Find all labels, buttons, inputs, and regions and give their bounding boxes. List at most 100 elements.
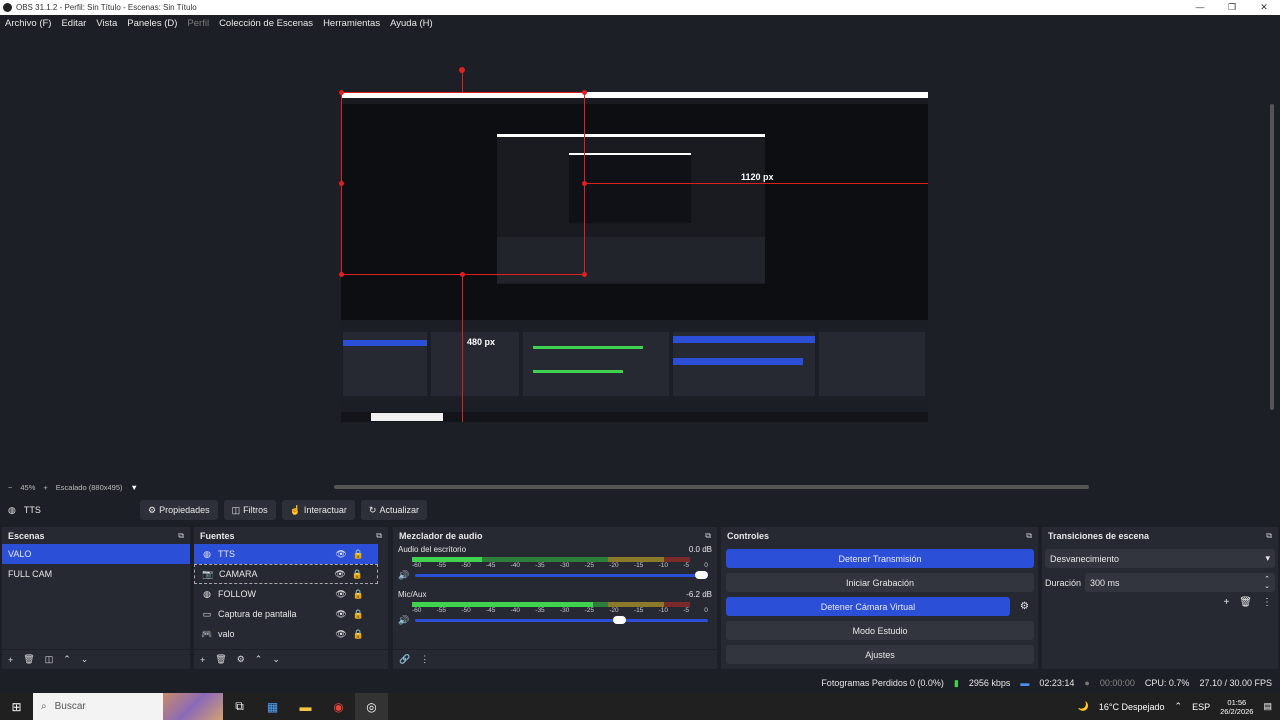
taskbar-search[interactable]: ⌕ Buscar xyxy=(33,693,223,720)
link-icon[interactable]: 🔗 xyxy=(399,654,410,665)
menu-ayuda[interactable]: Ayuda (H) xyxy=(390,18,433,29)
volume-slider[interactable] xyxy=(415,615,708,624)
handle-right[interactable] xyxy=(582,181,587,186)
source-item-tts[interactable]: ◍ TTS 👁 🔒 xyxy=(194,544,378,564)
lock-icon[interactable]: 🔒 xyxy=(353,549,364,560)
zoom-mode-dropdown[interactable]: ▼ xyxy=(131,483,138,492)
chevron-up-icon[interactable]: ⌃ xyxy=(1175,701,1183,712)
arrow-down-icon[interactable]: ⌄ xyxy=(272,654,280,665)
chevron-down-icon: ▾ xyxy=(1265,553,1270,563)
meter-tick-label: -15 xyxy=(633,607,644,614)
source-item-captura[interactable]: ▭ Captura de pantalla 👁 🔒 xyxy=(194,604,378,624)
windows-start-icon[interactable]: ⊞ xyxy=(0,693,33,720)
zoom-in-button[interactable]: + xyxy=(43,483,47,492)
duration-input[interactable]: 300 ms ⌃ ⌄ xyxy=(1085,573,1275,592)
trash-icon[interactable]: 🗑 xyxy=(23,654,34,665)
menu-herramientas[interactable]: Herramientas xyxy=(323,18,380,29)
right-distance-guide xyxy=(585,183,928,184)
settings-button[interactable]: Ajustes xyxy=(726,645,1034,664)
handle-top-left[interactable] xyxy=(339,90,344,95)
more-options-icon[interactable]: ⋮ xyxy=(1262,597,1272,608)
lock-icon[interactable]: 🔒 xyxy=(353,629,364,640)
sources-dock: Fuentes ⧉ ◍ TTS 👁 🔒 📷 CAMARA 👁 🔒 ◍ FOLLOW … xyxy=(194,527,388,669)
meter-tick-label: 0 xyxy=(704,607,708,614)
speaker-icon[interactable]: 🔊 xyxy=(398,615,409,626)
source-name: TTS xyxy=(218,549,235,559)
eye-icon[interactable]: 👁 xyxy=(335,589,346,600)
rotation-handle[interactable] xyxy=(459,67,465,73)
close-button[interactable]: ✕ xyxy=(1248,0,1280,15)
add-icon[interactable]: + xyxy=(1223,597,1229,608)
volume-knob[interactable] xyxy=(695,570,708,579)
zoom-out-button[interactable]: − xyxy=(8,483,12,492)
undock-icon[interactable]: ⧉ xyxy=(178,531,184,541)
preview-vertical-scrollbar[interactable] xyxy=(1270,104,1274,410)
maximize-button[interactable]: ❐ xyxy=(1216,0,1248,15)
lock-icon[interactable]: 🔒 xyxy=(353,589,364,600)
minimize-button[interactable]: — xyxy=(1184,0,1216,15)
menu-vista[interactable]: Vista xyxy=(96,18,117,29)
notification-icon[interactable]: ▤ xyxy=(1263,701,1272,712)
undock-icon[interactable]: ⧉ xyxy=(705,531,711,541)
volume-knob[interactable] xyxy=(613,615,627,624)
undock-icon[interactable]: ⧉ xyxy=(1026,531,1032,541)
gear-icon[interactable]: ⚙ xyxy=(237,654,245,665)
handle-left[interactable] xyxy=(339,181,344,186)
trash-icon[interactable]: 🗑 xyxy=(215,654,226,665)
properties-button[interactable]: ⚙ Propiedades xyxy=(140,500,218,520)
store-icon[interactable]: ▦ xyxy=(256,693,289,720)
add-icon[interactable]: + xyxy=(200,655,205,665)
eye-icon[interactable]: 👁 xyxy=(335,549,346,560)
arrow-down-icon[interactable]: ⌄ xyxy=(81,654,89,665)
stop-stream-button[interactable]: Detener Transmisión xyxy=(726,549,1034,568)
weather-text[interactable]: 16°C Despejado xyxy=(1099,702,1165,712)
scene-item-valo[interactable]: VALO xyxy=(2,544,190,564)
source-item-follow[interactable]: ◍ FOLLOW 👁 🔒 xyxy=(194,584,378,604)
eye-icon[interactable]: 👁 xyxy=(335,629,346,640)
filter-icon[interactable]: ◫ xyxy=(45,654,54,665)
handle-bottom-right[interactable] xyxy=(582,272,587,277)
preview-horizontal-scrollbar[interactable] xyxy=(334,485,1089,489)
undock-icon[interactable]: ⧉ xyxy=(1266,531,1272,541)
eye-icon[interactable]: 👁 xyxy=(335,609,346,620)
scene-item-full-cam[interactable]: FULL CAM xyxy=(2,564,190,584)
program-preview[interactable]: 1120 px 480 px xyxy=(341,92,928,422)
transition-select[interactable]: Desvanecimiento ▾ xyxy=(1045,549,1275,568)
interact-button[interactable]: ☝ Interactuar xyxy=(281,500,355,520)
eye-icon[interactable]: 👁 xyxy=(334,569,345,580)
stop-virtual-camera-button[interactable]: Detener Cámara Virtual xyxy=(726,597,1010,616)
refresh-button[interactable]: ↻ Actualizar xyxy=(360,500,427,520)
arrow-up-icon[interactable]: ⌃ xyxy=(255,654,263,665)
more-options-icon[interactable]: ⋮ xyxy=(420,654,429,665)
filters-button[interactable]: ◫ Filtros xyxy=(223,500,276,520)
arrow-up-icon[interactable]: ⌃ xyxy=(63,654,71,665)
add-icon[interactable]: + xyxy=(8,655,13,665)
handle-bottom-left[interactable] xyxy=(339,272,344,277)
clock[interactable]: 01:56 26/2/2026 xyxy=(1220,698,1253,716)
lock-icon[interactable]: 🔒 xyxy=(353,609,364,620)
menu-editar[interactable]: Editar xyxy=(61,18,86,29)
start-recording-button[interactable]: Iniciar Grabación xyxy=(726,573,1034,592)
obs-icon[interactable]: ◎ xyxy=(355,693,388,720)
menu-perfil[interactable]: Perfil xyxy=(187,18,209,29)
handle-top-right[interactable] xyxy=(582,90,587,95)
task-view-icon[interactable]: ⧉ xyxy=(223,693,256,720)
nested-transitions-dock xyxy=(819,332,925,396)
chrome-icon[interactable]: ◉ xyxy=(322,693,355,720)
source-item-valo[interactable]: 🎮 valo 👁 🔒 xyxy=(194,624,378,644)
handle-bottom[interactable] xyxy=(460,272,465,277)
virtual-camera-settings-icon[interactable]: ⚙ xyxy=(1015,597,1034,616)
trash-icon[interactable]: 🗑 xyxy=(1239,597,1252,608)
menu-paneles[interactable]: Paneles (D) xyxy=(127,18,177,29)
stepper-icon[interactable]: ⌃ ⌄ xyxy=(1264,576,1270,590)
undock-icon[interactable]: ⧉ xyxy=(376,531,382,541)
language-indicator[interactable]: ESP xyxy=(1192,702,1210,712)
menu-coleccion-escenas[interactable]: Colección de Escenas xyxy=(219,18,313,29)
file-explorer-icon[interactable]: ▬ xyxy=(289,693,322,720)
lock-icon[interactable]: 🔒 xyxy=(352,569,363,580)
studio-mode-button[interactable]: Modo Estudio xyxy=(726,621,1034,640)
source-item-camara[interactable]: 📷 CAMARA 👁 🔒 xyxy=(194,564,378,584)
menu-archivo[interactable]: Archivo (F) xyxy=(5,18,51,29)
volume-slider[interactable] xyxy=(415,570,708,579)
speaker-icon[interactable]: 🔊 xyxy=(398,570,409,581)
